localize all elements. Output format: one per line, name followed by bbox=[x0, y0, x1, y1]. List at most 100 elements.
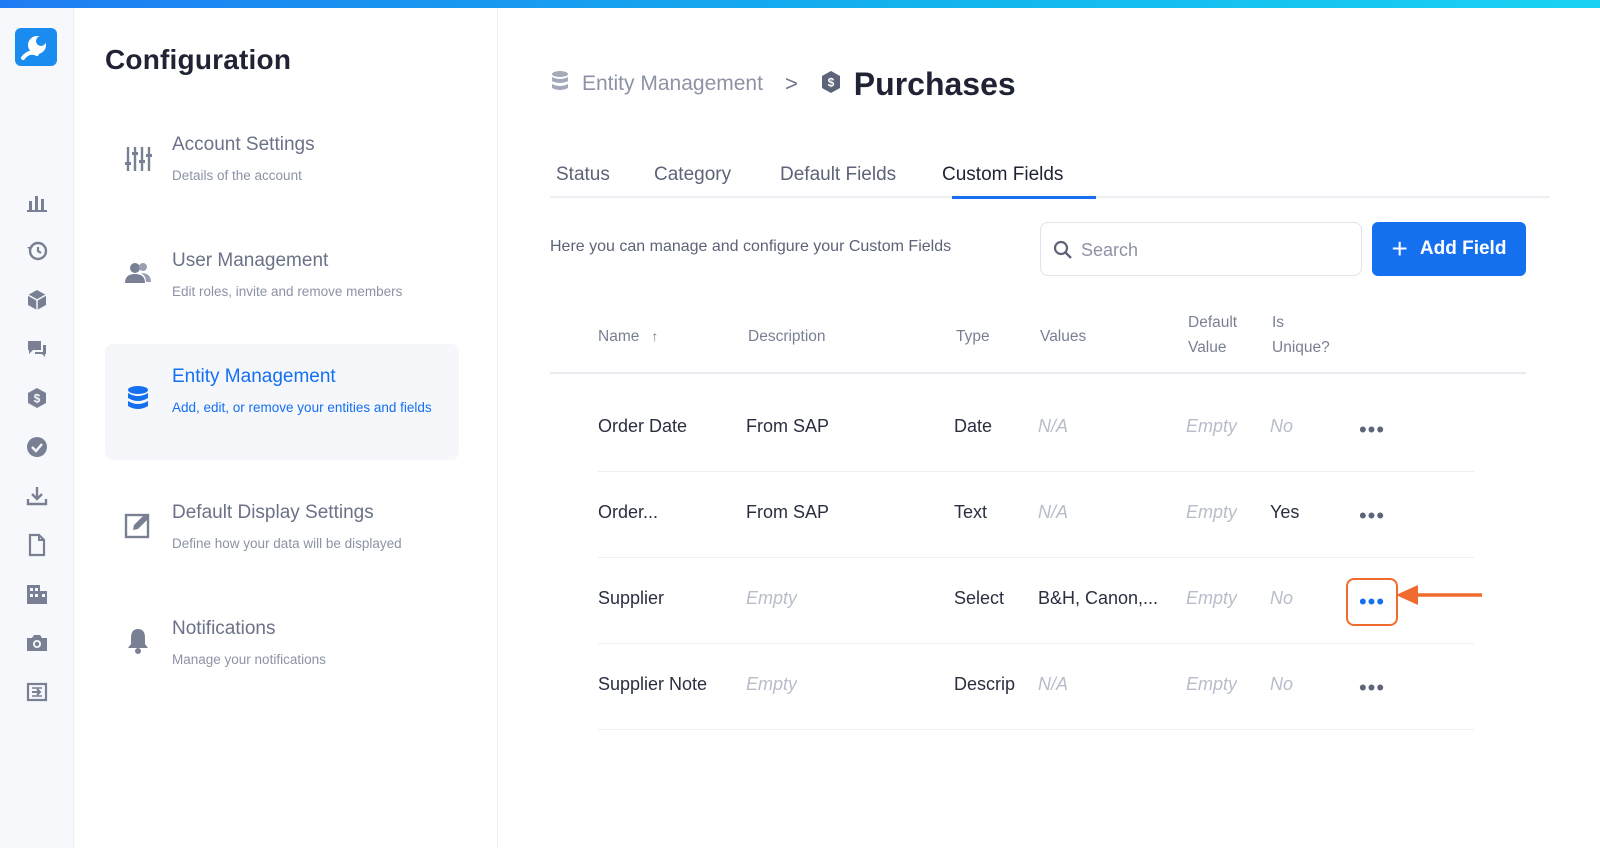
svg-text:$: $ bbox=[827, 75, 834, 89]
sort-ascending-icon[interactable]: ↑ bbox=[651, 324, 658, 349]
tab-custom-fields[interactable]: Custom Fields bbox=[942, 164, 1063, 198]
document-icon[interactable] bbox=[25, 533, 49, 557]
menu-item-title: User Management bbox=[172, 250, 329, 271]
column-header-values: Values bbox=[1040, 328, 1087, 345]
tab-default-fields[interactable]: Default Fields bbox=[780, 164, 896, 198]
database-icon bbox=[123, 384, 153, 414]
row-actions-button[interactable]: ••• bbox=[1346, 664, 1398, 712]
cell-name: Order Date bbox=[598, 416, 688, 436]
table-row[interactable]: Order Date From SAP Date N/A Empty No ••… bbox=[598, 386, 1474, 472]
cell-is-unique: Yes bbox=[1270, 502, 1300, 522]
cell-description: Empty bbox=[746, 588, 798, 608]
column-header-description: Description bbox=[748, 328, 826, 345]
intro-text: Here you can manage and configure your C… bbox=[550, 238, 952, 255]
main-content: Entity Management > $ Purchases Status C… bbox=[498, 8, 1600, 848]
active-tab-indicator bbox=[952, 196, 1096, 199]
table-row[interactable]: Supplier Empty Select B&H, Canon,... Emp… bbox=[598, 558, 1474, 644]
cube-icon[interactable] bbox=[25, 288, 49, 312]
cell-description: From SAP bbox=[746, 502, 830, 522]
column-header-is-unique: Is Unique? bbox=[1272, 314, 1330, 356]
menu-item-title: Default Display Settings bbox=[172, 502, 374, 523]
add-field-button[interactable]: + Add Field bbox=[1372, 222, 1526, 276]
cell-name: Supplier bbox=[598, 588, 665, 608]
menu-item-title: Entity Management bbox=[172, 366, 336, 387]
search-icon bbox=[1053, 240, 1073, 260]
top-accent-bar bbox=[0, 0, 1600, 8]
import-icon[interactable] bbox=[25, 680, 49, 704]
menu-item-description: Details of the account bbox=[172, 168, 302, 183]
check-circle-icon[interactable] bbox=[25, 435, 49, 459]
menu-item-default-display-settings[interactable]: Default Display Settings Define how your… bbox=[105, 480, 459, 596]
building-icon[interactable] bbox=[25, 582, 49, 606]
tab-bar: Status Category Default Fields Custom Fi… bbox=[550, 154, 1550, 199]
cell-type: Date bbox=[954, 416, 993, 436]
dollar-shield-icon: $ bbox=[820, 70, 842, 99]
configuration-title: Configuration bbox=[105, 44, 292, 75]
menu-item-notifications[interactable]: Notifications Manage your notifications bbox=[105, 596, 459, 712]
menu-item-title: Account Settings bbox=[172, 134, 315, 155]
icon-rail: $ bbox=[0, 8, 74, 848]
cell-values: N/A bbox=[1038, 674, 1069, 694]
cell-is-unique: No bbox=[1270, 416, 1294, 436]
table-header: Name ↑ Description Type Values Default Val… bbox=[550, 304, 1526, 374]
cell-default-value: Empty bbox=[1186, 502, 1238, 522]
breadcrumb-parent-link[interactable]: Entity Management bbox=[582, 72, 763, 96]
sliders-icon bbox=[123, 144, 153, 174]
breadcrumb-separator: > bbox=[784, 71, 798, 96]
more-horizontal-icon: ••• bbox=[1358, 417, 1386, 442]
menu-item-description: Manage your notifications bbox=[172, 652, 326, 667]
table-row[interactable]: Supplier Note Empty Descrip N/A Empty No… bbox=[598, 644, 1474, 730]
cell-is-unique: No bbox=[1270, 588, 1294, 608]
more-horizontal-icon: ••• bbox=[1358, 589, 1386, 614]
tab-status[interactable]: Status bbox=[556, 164, 610, 198]
menu-item-user-management[interactable]: User Management Edit roles, invite and r… bbox=[105, 228, 459, 344]
cell-default-value: Empty bbox=[1186, 674, 1238, 694]
chat-icon[interactable] bbox=[25, 337, 49, 361]
cell-type: Text bbox=[954, 502, 988, 522]
annotation-arrow-icon bbox=[1394, 582, 1486, 608]
svg-text:$: $ bbox=[34, 392, 41, 406]
users-icon bbox=[123, 258, 153, 288]
edit-square-icon bbox=[123, 510, 153, 540]
plus-icon: + bbox=[1391, 233, 1408, 264]
cell-default-value: Empty bbox=[1186, 588, 1238, 608]
column-header-name[interactable]: Name ↑ bbox=[598, 324, 658, 349]
column-header-default-value: Default Value bbox=[1188, 314, 1238, 356]
menu-item-account-settings[interactable]: Account Settings Details of the account bbox=[105, 112, 459, 228]
menu-item-description: Edit roles, invite and remove members bbox=[172, 284, 403, 299]
history-icon[interactable] bbox=[25, 239, 49, 263]
cell-type: Select bbox=[954, 588, 1005, 608]
menu-item-description: Add, edit, or remove your entities and f… bbox=[172, 400, 432, 415]
search-input[interactable] bbox=[1081, 235, 1341, 265]
table-row[interactable]: Order... From SAP Text N/A Empty Yes ••• bbox=[598, 472, 1474, 558]
more-horizontal-icon: ••• bbox=[1358, 503, 1386, 528]
tab-category[interactable]: Category bbox=[654, 164, 731, 198]
breadcrumb: Entity Management > $ Purchases bbox=[550, 64, 1016, 104]
row-actions-button[interactable]: ••• bbox=[1346, 492, 1398, 540]
cell-description: Empty bbox=[746, 674, 798, 694]
menu-item-title: Notifications bbox=[172, 618, 276, 639]
cell-values: N/A bbox=[1038, 502, 1069, 522]
cell-description: From SAP bbox=[746, 416, 830, 436]
cell-type: Descrip bbox=[954, 674, 1016, 694]
cell-default-value: Empty bbox=[1186, 416, 1238, 436]
camera-icon[interactable] bbox=[25, 631, 49, 655]
dollar-shield-icon[interactable]: $ bbox=[25, 386, 49, 410]
download-icon[interactable] bbox=[25, 484, 49, 508]
cell-name: Order... bbox=[598, 502, 659, 522]
database-icon bbox=[550, 70, 570, 99]
cell-values: N/A bbox=[1038, 416, 1069, 436]
search-box[interactable] bbox=[1040, 222, 1362, 276]
page-title: Purchases bbox=[853, 65, 1016, 102]
app-logo[interactable] bbox=[15, 28, 57, 66]
configuration-panel: Configuration Account Settings Details o… bbox=[74, 8, 498, 848]
menu-item-description: Define how your data will be displayed bbox=[172, 536, 402, 551]
row-actions-button[interactable]: ••• bbox=[1346, 578, 1398, 626]
bell-icon bbox=[123, 626, 153, 656]
more-horizontal-icon: ••• bbox=[1358, 675, 1386, 700]
cell-name: Supplier Note bbox=[598, 674, 708, 694]
menu-item-entity-management[interactable]: Entity Management Add, edit, or remove y… bbox=[105, 344, 459, 460]
row-actions-button[interactable]: ••• bbox=[1346, 406, 1398, 454]
analytics-icon[interactable] bbox=[25, 190, 49, 214]
add-field-label: Add Field bbox=[1419, 238, 1507, 259]
